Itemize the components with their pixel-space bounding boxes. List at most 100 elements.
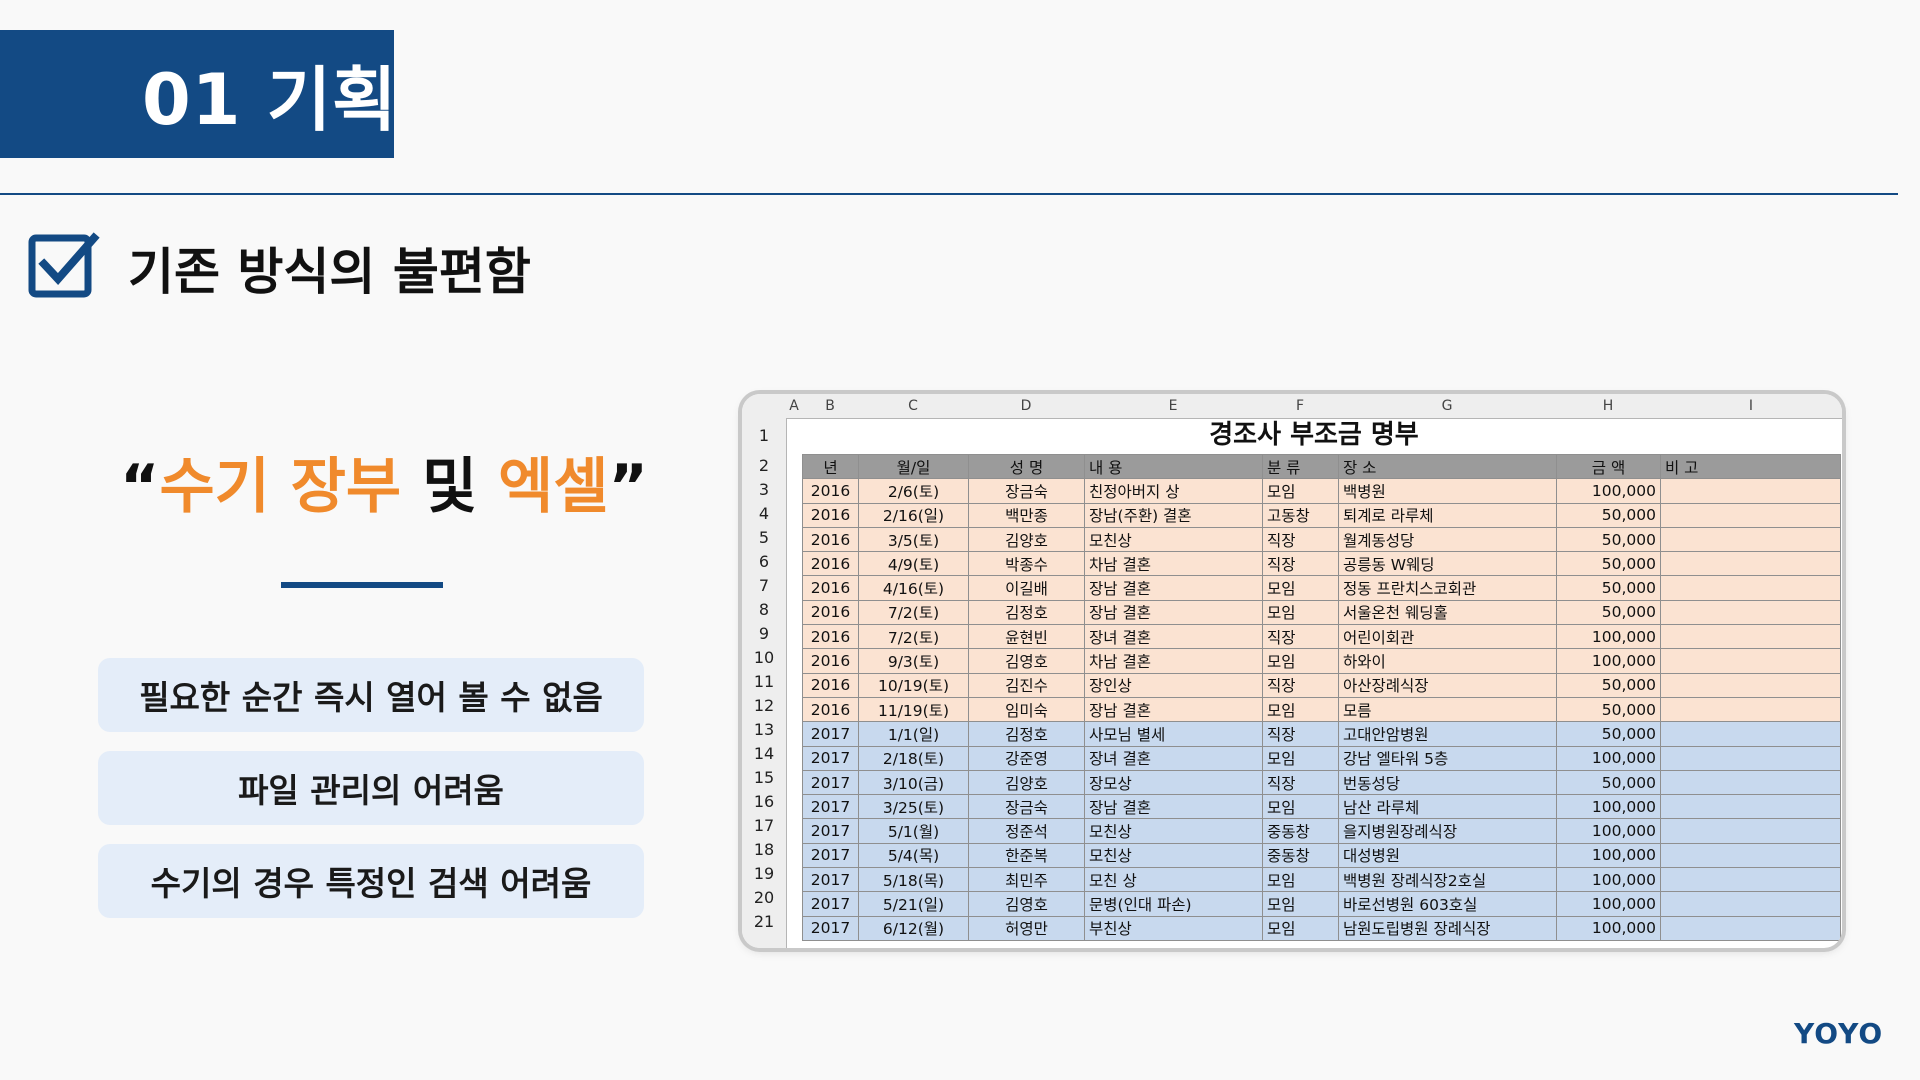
table-cell: 100,000 [1556, 648, 1661, 674]
table-cell [1660, 624, 1841, 650]
table-cell: 을지병원장례식장 [1338, 818, 1557, 844]
row-number: 18 [753, 840, 775, 859]
ledger-table: 년 월/일 성 명 내 용 분 류 장 소 금 액 비 고 2016 2/6(토)… [802, 453, 1841, 941]
table-cell: 백병원 장례식장2호실 [1338, 867, 1557, 893]
row-header-bar: 1 2 3 4 5 6 7 8 9 10 11 12 13 14 15 16 1… [742, 418, 787, 948]
table-cell: 100,000 [1556, 624, 1661, 650]
table-cell: 100,000 [1556, 478, 1661, 504]
row-number: 15 [753, 768, 775, 787]
table-row: 2016 9/3(토) 김영호 차남 결혼 모임 하와이 100,000 [802, 648, 1841, 674]
table-cell: 아산장례식장 [1338, 672, 1557, 698]
table-cell [1660, 551, 1841, 577]
table-cell: 1/1(일) [858, 721, 969, 747]
quote-highlight-2: 엑셀 [498, 452, 609, 522]
pain-point-pill: 수기의 경우 특정인 검색 어려움 [98, 844, 644, 918]
table-cell: 모친상 [1084, 526, 1263, 553]
table-cell: 김양호 [968, 526, 1085, 553]
table-cell [1660, 599, 1841, 626]
pain-point-pill: 필요한 순간 즉시 열어 볼 수 없음 [98, 658, 644, 732]
table-row: 2016 4/9(토) 박종수 차남 결혼 직장 공릉동 W웨딩 50,000 [802, 551, 1841, 577]
column-letter: C [908, 398, 918, 414]
table-cell: 2017 [802, 818, 859, 844]
table-cell: 서울온천 웨딩홀 [1338, 599, 1557, 626]
table-cell [1660, 818, 1841, 844]
table-cell: 강준영 [968, 745, 1085, 771]
table-cell: 50,000 [1556, 599, 1661, 626]
table-cell: 2016 [802, 526, 859, 553]
table-cell: 2016 [802, 551, 859, 577]
table-cell: 50,000 [1556, 526, 1661, 553]
row-number: 1 [758, 426, 770, 445]
table-row: 2016 11/19(토) 임미숙 장남 결혼 모임 모름 50,000 [802, 696, 1841, 723]
table-row: 2016 10/19(토) 김진수 장인상 직장 아산장례식장 50,000 [802, 672, 1841, 698]
table-cell: 번동성당 [1338, 769, 1557, 796]
table-cell: 5/1(월) [858, 818, 969, 844]
table-cell [1660, 891, 1841, 917]
row-number: 21 [753, 912, 775, 931]
table-cell: 장금숙 [968, 478, 1085, 504]
table-cell: 고대안암병원 [1338, 721, 1557, 747]
spreadsheet-screenshot: A B C D E F G H I 1 2 3 4 5 6 7 8 9 10 1… [742, 394, 1842, 948]
table-cell [1660, 867, 1841, 893]
table-cell: 2017 [802, 794, 859, 820]
quote-highlight-1: 수기 장부 [159, 452, 402, 522]
table-row: 2017 5/1(월) 정준석 모친상 중동창 을지병원장례식장 100,000 [802, 818, 1841, 844]
table-cell: 2016 [802, 599, 859, 626]
column-letter: G [1441, 398, 1453, 414]
table-cell: 2016 [802, 672, 859, 698]
table-cell: 50,000 [1556, 575, 1661, 601]
table-cell [1660, 526, 1841, 553]
row-number: 10 [753, 648, 775, 667]
table-cell: 2017 [802, 891, 859, 917]
table-cell: 모임 [1262, 575, 1339, 601]
table-cell: 부친상 [1084, 915, 1263, 941]
table-row: 2016 2/6(토) 장금숙 친정아버지 상 모임 백병원 100,000 [802, 478, 1841, 504]
table-cell: 장남 결혼 [1084, 696, 1263, 723]
table-cell: 직장 [1262, 672, 1339, 698]
table-cell: 7/2(토) [858, 599, 969, 626]
table-row: 2017 5/4(목) 한준복 모친상 중동창 대성병원 100,000 [802, 842, 1841, 869]
table-cell [1660, 575, 1841, 601]
table-cell [1660, 696, 1841, 723]
table-row: 2016 7/2(토) 윤현빈 장녀 결혼 직장 어린이회관 100,000 [802, 624, 1841, 650]
table-cell: 모임 [1262, 599, 1339, 626]
column-letter: D [1020, 398, 1032, 414]
column-letter: H [1602, 398, 1614, 414]
table-cell: 4/9(토) [858, 551, 969, 577]
table-cell: 어린이회관 [1338, 624, 1557, 650]
table-cell: 친정아버지 상 [1084, 478, 1263, 504]
table-cell: 임미숙 [968, 696, 1085, 723]
row-number: 6 [758, 552, 770, 571]
table-cell: 2016 [802, 648, 859, 674]
table-header-cell: 장 소 [1338, 453, 1557, 480]
table-header-cell: 분 류 [1262, 453, 1339, 480]
table-cell: 2016 [802, 696, 859, 723]
table-cell: 2017 [802, 745, 859, 771]
table-cell: 하와이 [1338, 648, 1557, 674]
table-cell [1660, 794, 1841, 820]
table-cell: 장녀 결혼 [1084, 624, 1263, 650]
table-cell: 모임 [1262, 794, 1339, 820]
row-number: 16 [753, 792, 775, 811]
table-cell: 김영호 [968, 648, 1085, 674]
table-cell: 모임 [1262, 478, 1339, 504]
quote-heading: “수기 장부 및 엑셀” [120, 438, 648, 525]
table-cell: 이길배 [968, 575, 1085, 601]
table-cell: 장남(주환) 결혼 [1084, 502, 1263, 528]
row-number: 8 [758, 600, 770, 619]
table-header-cell: 월/일 [858, 453, 969, 480]
section-title: 01 기획 [142, 58, 398, 141]
table-cell: 모임 [1262, 915, 1339, 941]
table-cell: 2017 [802, 915, 859, 941]
table-row: 2016 7/2(토) 김정호 장남 결혼 모임 서울온천 웨딩홀 50,000 [802, 599, 1841, 626]
table-cell: 직장 [1262, 551, 1339, 577]
table-cell: 2017 [802, 842, 859, 869]
table-row: 2016 4/16(토) 이길배 장남 결혼 모임 정동 프란치스코회관 50,000 [802, 575, 1841, 601]
table-cell: 차남 결혼 [1084, 648, 1263, 674]
table-cell: 허영만 [968, 915, 1085, 941]
table-cell: 7/2(토) [858, 624, 969, 650]
table-cell: 2/6(토) [858, 478, 969, 504]
table-cell: 김정호 [968, 599, 1085, 626]
quote-open-mark: “ [120, 452, 160, 522]
table-cell: 남산 라루체 [1338, 794, 1557, 820]
